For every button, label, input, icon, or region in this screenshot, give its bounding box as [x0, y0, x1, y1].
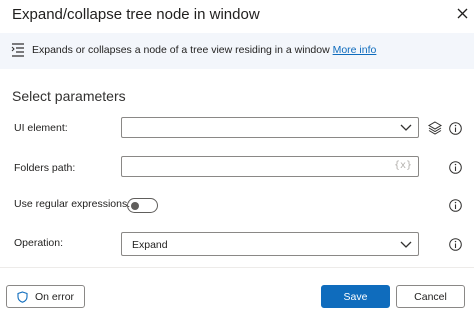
folders-path-input[interactable]: {x} [121, 156, 419, 177]
more-info-link[interactable]: More info [333, 44, 377, 56]
save-button[interactable]: Save [321, 285, 390, 308]
info-icon[interactable] [449, 238, 462, 251]
toggle-knob [131, 201, 139, 210]
banner-description: Expands or collapses a node of a tree vi… [32, 44, 330, 56]
ui-element-dropdown[interactable] [121, 117, 419, 138]
info-banner: Expands or collapses a node of a tree vi… [0, 33, 474, 69]
description-icon [11, 43, 24, 57]
operation-label: Operation: [14, 237, 64, 249]
info-icon[interactable] [449, 199, 462, 212]
operation-value: Expand [132, 239, 168, 251]
use-regex-toggle[interactable] [127, 198, 158, 213]
info-icon[interactable] [449, 122, 462, 135]
cancel-button[interactable]: Cancel [396, 285, 465, 308]
chevron-down-icon [400, 124, 412, 131]
info-icon[interactable] [449, 161, 462, 174]
ui-element-label: UI element: [14, 122, 68, 134]
banner-text: Expands or collapses a node of a tree vi… [32, 44, 376, 56]
operation-dropdown[interactable]: Expand [121, 232, 419, 256]
folders-path-label: Folders path: [14, 162, 76, 174]
layers-icon[interactable] [428, 121, 442, 135]
chevron-down-icon [400, 241, 412, 248]
close-icon [457, 8, 467, 18]
variable-icon[interactable]: {x} [394, 160, 412, 171]
use-regex-label: Use regular expressions: [14, 198, 131, 210]
footer-divider [0, 267, 474, 268]
dialog-title: Expand/collapse tree node in window [12, 6, 260, 23]
section-title: Select parameters [12, 88, 126, 104]
on-error-button[interactable]: On error [6, 285, 85, 308]
shield-icon [17, 290, 28, 303]
close-button[interactable] [453, 4, 471, 22]
on-error-label: On error [34, 290, 75, 303]
